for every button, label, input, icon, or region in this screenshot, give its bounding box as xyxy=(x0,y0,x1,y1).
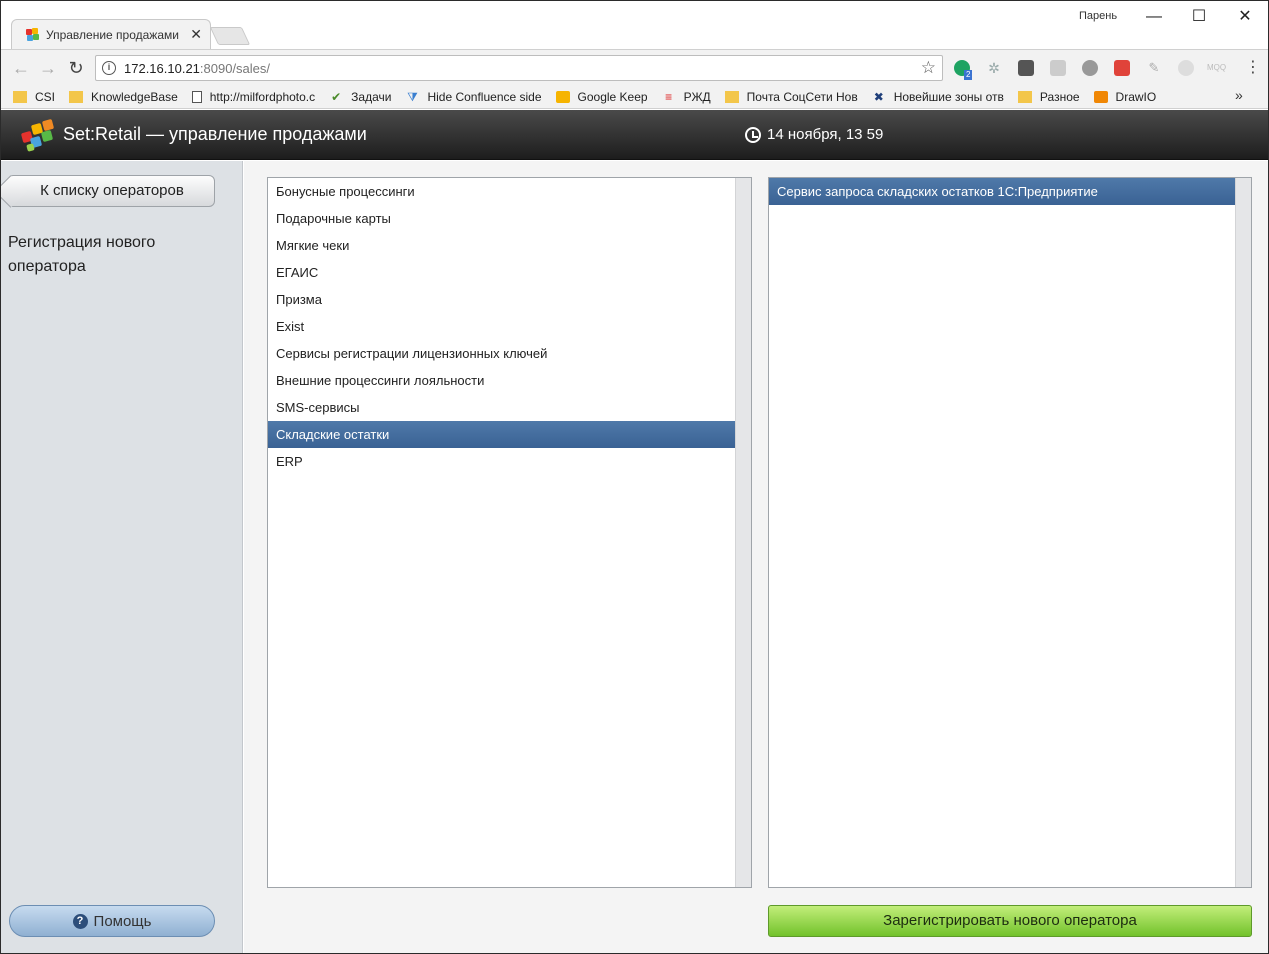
category-scrollbar[interactable] xyxy=(735,178,751,887)
category-item[interactable]: Exist xyxy=(268,313,735,340)
folder-icon xyxy=(724,90,739,103)
folder-icon xyxy=(69,90,84,103)
check-icon: ✔ xyxy=(331,89,342,104)
app-title: Set:Retail — управление продажами xyxy=(63,124,367,144)
browser-titlebar: Управление продажами ✕ Парень — ☐ ✕ xyxy=(1,1,1268,49)
bookmark-label: Новейшие зоны отв xyxy=(893,89,1004,104)
app-header: Set:Retail — управление продажами 14 ноя… xyxy=(1,110,1268,160)
category-item[interactable]: Сервисы регистрации лицензионных ключей xyxy=(268,340,735,367)
close-window-icon[interactable]: ✕ xyxy=(1230,7,1260,29)
category-item[interactable]: Подарочные карты xyxy=(268,205,735,232)
bookmark-item[interactable]: Google Keep xyxy=(555,89,648,104)
bookmark-label: KnowledgeBase xyxy=(91,89,178,104)
register-operator-button[interactable]: Зарегистрировать нового оператора xyxy=(768,905,1252,937)
url-host: 172.16.10.21 xyxy=(124,60,200,76)
bookmark-label: CSI xyxy=(35,89,56,104)
bookmark-label: Почта СоцСети Нов xyxy=(746,89,858,104)
forward-arrow-icon[interactable]: → xyxy=(37,57,59,79)
browser-tab[interactable]: Управление продажами ✕ xyxy=(11,19,211,49)
browser-toolbar: ← → ↻ i 172.16.10.21:8090/sales/ ☆ 2 ✲ ✎… xyxy=(1,49,1268,85)
bookmark-item[interactable]: ✔ Задачи xyxy=(329,90,391,104)
help-icon: ? xyxy=(72,913,88,929)
new-tab-button[interactable] xyxy=(209,27,251,45)
bookmark-label: http://milfordphoto.c xyxy=(209,89,316,104)
maximize-icon[interactable]: ☐ xyxy=(1184,7,1214,29)
category-item[interactable]: ЕГАИС xyxy=(268,259,735,286)
bookmark-item[interactable]: DrawIO xyxy=(1093,89,1157,104)
category-item[interactable]: Бонусные процессинги xyxy=(268,178,735,205)
setretail-favicon-icon xyxy=(24,27,40,43)
service-scrollbar[interactable] xyxy=(1235,178,1251,887)
help-button[interactable]: ? Помощь xyxy=(9,905,215,937)
bookmark-item[interactable]: KnowledgeBase xyxy=(69,90,178,104)
info-icon[interactable]: i xyxy=(102,61,116,75)
extension-mqq-icon[interactable]: MQQ xyxy=(1207,60,1229,76)
rzd-icon: ≡ xyxy=(665,89,673,104)
bookmark-item[interactable]: Разное xyxy=(1017,89,1080,104)
sidebar: К списку операторов Регистрация нового о… xyxy=(1,161,243,953)
extension-spinner-icon[interactable]: ✲ xyxy=(986,60,1002,76)
reload-icon[interactable]: ↻ xyxy=(65,57,87,79)
page-icon xyxy=(191,90,202,103)
clock-icon xyxy=(745,126,761,143)
address-bar[interactable]: i 172.16.10.21:8090/sales/ ☆ xyxy=(95,55,943,81)
bookmark-item[interactable]: ✖ Новейшие зоны отв xyxy=(872,90,1004,104)
setretail-logo-icon xyxy=(19,118,55,152)
category-list[interactable]: Бонусные процессинги Подарочные карты Мягк… xyxy=(267,177,752,888)
browser-menu-icon[interactable]: ⋮ xyxy=(1245,57,1261,77)
profile-name[interactable]: Парень xyxy=(1079,10,1117,22)
drawio-icon xyxy=(1093,90,1108,103)
bookmark-label: Задачи xyxy=(351,89,392,104)
bookmark-item[interactable]: Почта СоцСети Нов xyxy=(724,89,858,104)
main-content: Бонусные процессинги Подарочные карты Мягк… xyxy=(244,161,1268,953)
category-item[interactable]: Внешние процессинги лояльности xyxy=(268,367,735,394)
folder-icon xyxy=(13,90,27,103)
extension-w-icon[interactable] xyxy=(1114,60,1130,76)
category-item[interactable]: Складские остатки xyxy=(268,421,735,448)
filter-icon: ⧩ xyxy=(407,89,418,104)
bookmark-item[interactable]: CSI xyxy=(13,90,55,104)
back-to-operators-button[interactable]: К списку операторов xyxy=(9,175,215,207)
category-item[interactable]: Призма xyxy=(268,286,735,313)
tab-title: Управление продажами xyxy=(46,27,179,42)
category-item[interactable]: SMS-сервисы xyxy=(268,394,735,421)
bookmarks-bar: CSI KnowledgeBase http://milfordphoto.c ✔ За… xyxy=(1,85,1268,109)
extension-pen-icon[interactable]: ✎ xyxy=(1146,60,1162,76)
category-item[interactable]: Мягкие чеки xyxy=(268,232,735,259)
keep-icon xyxy=(555,90,570,103)
minimize-icon[interactable]: — xyxy=(1139,7,1169,29)
extension-badge: 2 xyxy=(964,70,973,80)
extension-keep-icon[interactable] xyxy=(1018,60,1034,76)
back-arrow-icon[interactable]: ← xyxy=(10,57,32,79)
bookmark-label: Google Keep xyxy=(577,89,648,104)
extension-bus-icon[interactable] xyxy=(1050,60,1066,76)
bookmark-label: РЖД xyxy=(683,89,711,104)
bookmark-item[interactable]: ⧩ Hide Confluence side xyxy=(405,90,541,104)
page-heading: Регистрация нового оператора xyxy=(8,234,156,275)
url-path: :8090/sales/ xyxy=(199,60,271,76)
extension-face-icon[interactable] xyxy=(1178,60,1194,76)
bookmarks-more-icon[interactable]: » xyxy=(1235,87,1243,103)
help-label: Помощь xyxy=(93,912,152,930)
x-icon: ✖ xyxy=(873,89,884,104)
datetime-text: 14 ноября, 13 59 xyxy=(767,126,884,143)
bookmark-label: Разное xyxy=(1039,89,1080,104)
browser-window: Управление продажами ✕ Парень — ☐ ✕ ← → … xyxy=(0,0,1269,954)
service-list[interactable]: Сервис запроса складских остатков 1С:Пре… xyxy=(768,177,1252,888)
bookmark-label: DrawIO xyxy=(1115,89,1157,104)
bookmark-item[interactable]: ≡ РЖД xyxy=(662,90,711,104)
folder-icon xyxy=(1017,90,1032,103)
bookmark-label: Hide Confluence side xyxy=(427,89,542,104)
datetime: 14 ноября, 13 59 xyxy=(745,126,883,143)
bookmark-star-icon[interactable]: ☆ xyxy=(921,58,936,78)
bookmark-item[interactable]: http://milfordphoto.c xyxy=(191,89,316,104)
service-item[interactable]: Сервис запроса складских остатков 1С:Пре… xyxy=(769,178,1235,205)
extension-globe-icon[interactable] xyxy=(1082,60,1098,76)
tab-close-icon[interactable]: ✕ xyxy=(190,26,202,43)
category-item[interactable]: ERP xyxy=(268,448,735,475)
